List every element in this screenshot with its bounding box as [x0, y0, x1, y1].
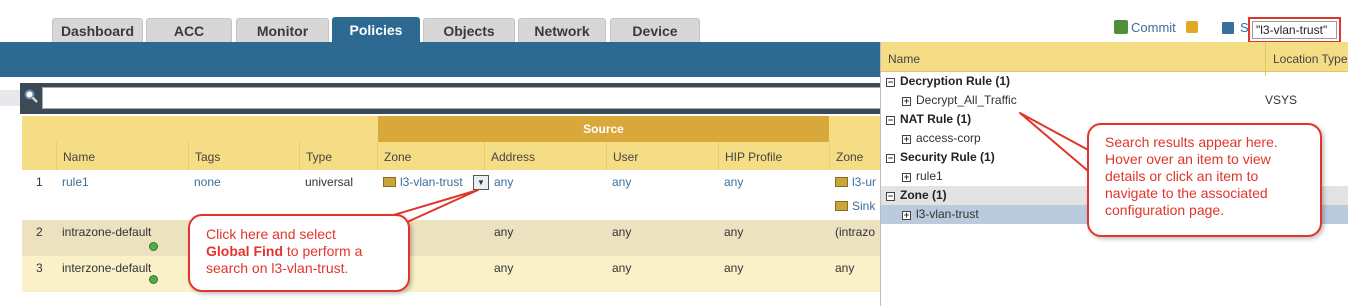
tab-objects[interactable]: Objects — [423, 18, 515, 42]
source-zone-cell[interactable]: l3-vlan-trust — [377, 170, 463, 194]
expand-icon[interactable]: + — [902, 173, 911, 182]
dropdown-arrow-button[interactable]: ▼ — [473, 175, 489, 190]
user-value: any — [612, 261, 632, 275]
header-blank — [22, 116, 378, 142]
expand-icon[interactable]: + — [902, 135, 911, 144]
col-tags[interactable]: Tags — [188, 142, 299, 170]
commit-button[interactable]: Commit — [1114, 20, 1176, 35]
col-name[interactable]: Name — [56, 142, 188, 170]
rule-tags[interactable]: none — [188, 170, 221, 194]
dest-zone-value: (intrazo — [835, 225, 876, 239]
lock-icon[interactable] — [1186, 21, 1198, 33]
filter-bar — [20, 83, 882, 114]
row-number: 2 — [36, 225, 43, 239]
rule-name[interactable]: rule1 — [56, 170, 89, 194]
global-find-box — [1248, 17, 1341, 43]
global-find-input[interactable] — [1252, 21, 1337, 39]
search-icon — [24, 89, 38, 103]
filter-input[interactable] — [42, 87, 882, 109]
rule-type: universal — [305, 175, 354, 189]
tab-network[interactable]: Network — [518, 18, 606, 42]
zone-icon — [383, 177, 396, 187]
hip-value[interactable]: any — [718, 170, 743, 194]
source-zone-value[interactable]: l3-vlan-trust — [400, 175, 463, 189]
results-col-name[interactable]: Name — [888, 42, 920, 76]
col-address[interactable]: Address — [484, 142, 606, 170]
result-item[interactable]: + Decrypt_All_Traffic VSYS — [881, 91, 1348, 110]
col-hip-profile[interactable]: HIP Profile — [718, 142, 829, 170]
expand-icon[interactable]: + — [902, 211, 911, 220]
callout-search-results: Search results appear here. Hover over a… — [1087, 123, 1322, 237]
left-strip — [0, 90, 20, 106]
hip-value: any — [724, 261, 744, 275]
dest-zone-cell-2[interactable]: Sink — [829, 194, 875, 218]
address-value[interactable]: any — [488, 170, 513, 194]
callout-bold-text: Global Find — [206, 243, 283, 259]
expand-icon[interactable]: + — [902, 97, 911, 106]
zone-icon — [835, 201, 848, 211]
result-group-decryption[interactable]: − Decryption Rule (1) — [881, 72, 1348, 91]
collapse-icon[interactable]: − — [886, 78, 895, 87]
default-rule-icon — [149, 275, 158, 284]
dest-zone-value[interactable]: l3-ur — [852, 175, 876, 189]
tab-dashboard[interactable]: Dashboard — [52, 18, 143, 42]
dest-zone-cell[interactable]: l3-ur — [829, 170, 876, 194]
dest-zone-value: any — [835, 261, 855, 275]
results-header: Name Location Type — [881, 42, 1348, 76]
row-number: 3 — [36, 261, 43, 275]
table-row[interactable]: 3 interzone-default any any any any — [22, 256, 880, 292]
tab-monitor[interactable]: Monitor — [236, 18, 329, 42]
tab-policies[interactable]: Policies — [332, 17, 420, 42]
collapse-icon[interactable]: − — [886, 116, 895, 125]
rule-name[interactable]: interzone-default — [56, 256, 151, 280]
collapse-icon[interactable]: − — [886, 192, 895, 201]
tab-acc[interactable]: ACC — [146, 18, 232, 42]
table-row[interactable]: 1 rule1 none universal l3-vlan-trust ▼ a… — [22, 170, 880, 220]
tab-device[interactable]: Device — [610, 18, 700, 42]
col-source-zone[interactable]: Zone — [377, 142, 484, 170]
policy-table: Source Name Tags Type Zone Address User … — [22, 116, 880, 306]
default-rule-icon — [149, 242, 158, 251]
commit-label: Commit — [1131, 20, 1176, 35]
rule-name[interactable]: intrazone-default — [56, 220, 151, 244]
header-blank-right — [829, 116, 880, 142]
screen: Dashboard ACC Monitor Policies Objects N… — [0, 0, 1348, 306]
table-row[interactable]: 2 intrazone-default any any any (intrazo — [22, 220, 880, 256]
blue-header-band — [0, 42, 880, 77]
col-user[interactable]: User — [606, 142, 718, 170]
callout-global-find: Click here and select Global Find to per… — [188, 214, 410, 292]
col-dest-zone[interactable]: Zone — [829, 142, 880, 170]
dest-zone-value-2[interactable]: Sink — [852, 199, 875, 213]
col-type[interactable]: Type — [299, 142, 377, 170]
address-value: any — [494, 225, 514, 239]
results-col-location[interactable]: Location Type — [1265, 42, 1348, 76]
top-tab-bar: Dashboard ACC Monitor Policies Objects N… — [0, 0, 1348, 43]
save-icon[interactable] — [1222, 22, 1234, 34]
user-value[interactable]: any — [606, 170, 631, 194]
collapse-icon[interactable]: − — [886, 154, 895, 163]
address-value: any — [494, 261, 514, 275]
source-group-header: Source — [378, 116, 829, 142]
hip-value: any — [724, 225, 744, 239]
row-number: 1 — [36, 175, 43, 189]
user-value: any — [612, 225, 632, 239]
commit-icon — [1114, 20, 1128, 34]
zone-icon — [835, 177, 848, 187]
